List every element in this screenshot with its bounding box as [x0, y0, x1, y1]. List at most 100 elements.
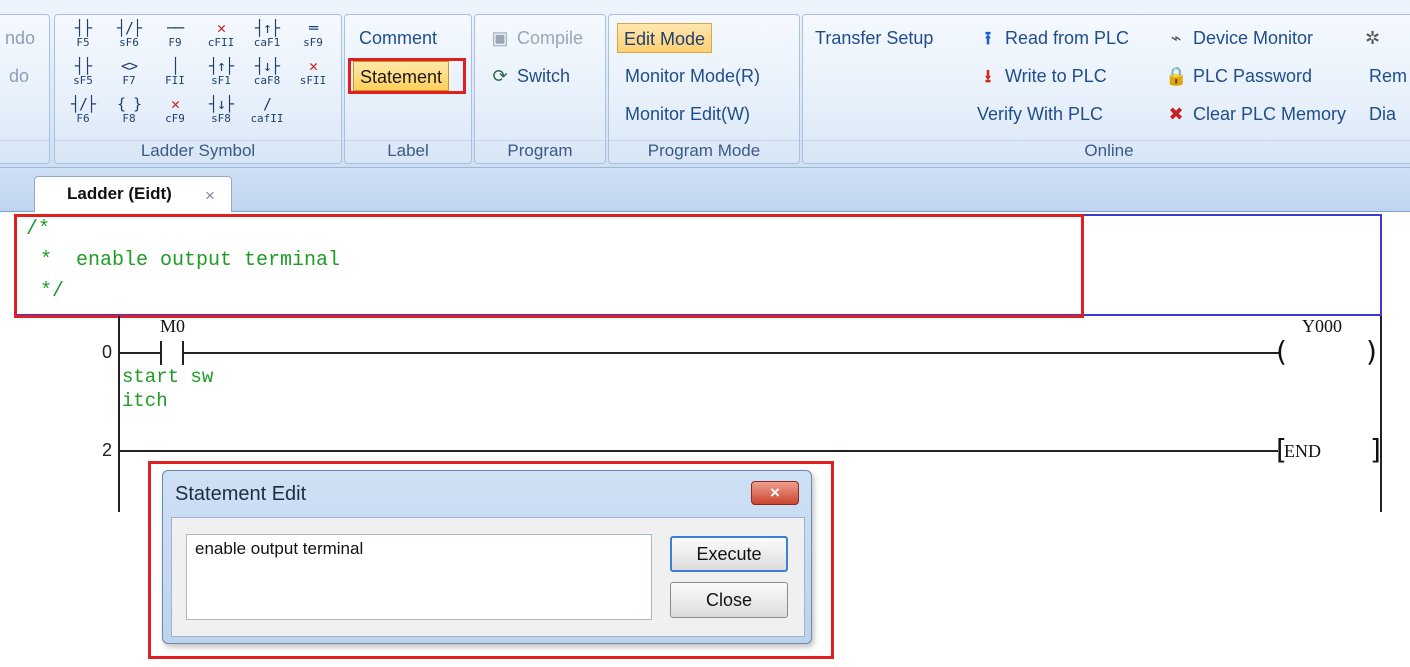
ladder-symbol-key: F6 — [76, 112, 90, 125]
ladder-symbol-caf1[interactable]: ┤↑├ caF1 — [245, 21, 289, 55]
ladder-symbol-cf9[interactable]: ✕ cF9 — [153, 97, 197, 131]
coil-open-paren: ( — [1276, 335, 1287, 368]
ladder-symbol-f9[interactable]: ── F9 — [153, 21, 197, 55]
ribbon: ndo do ┤├ F5 ┤/├ sF6 ── F9 ✕ cFII ┤↑├ caF1 ═ sF9 ┤├ s… — [0, 0, 1410, 168]
device-comment-line-1: start sw — [122, 366, 214, 388]
ladder-symbol-glyph: ┤↑├ — [208, 57, 234, 75]
ladder-symbol-glyph: ┤↑├ — [254, 19, 280, 37]
ladder-symbol-fii[interactable]: │ FII — [153, 59, 197, 93]
transfer-setup-button[interactable]: Transfer Setup — [809, 23, 939, 53]
cutoff-group-label — [0, 140, 49, 160]
clear-memory-icon: ✖ — [1168, 104, 1184, 124]
ladder-symbol-key: sF8 — [211, 112, 231, 125]
switch-icon: ⟳ — [492, 66, 508, 86]
ladder-symbol-key: F8 — [122, 112, 136, 125]
ribbon-group-cutoff: ndo do — [0, 14, 50, 164]
coil-close-paren: ) — [1366, 335, 1377, 368]
ribbon-group-program-mode: Edit Mode Monitor Mode(R) Monitor Edit(W… — [608, 14, 800, 164]
ladder-symbol-sf9[interactable]: ═ sF9 — [291, 21, 335, 55]
ladder-symbol-sf6[interactable]: ┤/├ sF6 — [107, 21, 151, 55]
dialog-title: Statement Edit — [175, 483, 307, 505]
ladder-symbol-glyph: │ — [170, 57, 180, 75]
cutoff-redo[interactable]: do — [3, 61, 35, 91]
verify-with-plc-button[interactable]: Verify With PLC — [971, 99, 1109, 129]
plc-password-button[interactable]: 🔒 PLC Password — [1159, 61, 1318, 91]
tab-close-icon[interactable]: × — [205, 186, 215, 206]
tab-ladder-edit[interactable]: Ladder (Eidt) × — [34, 176, 232, 213]
write-to-plc-label: Write to PLC — [1005, 66, 1107, 86]
ladder-symbol-glyph: ┤/├ — [116, 19, 142, 37]
cutoff-undo[interactable]: ndo — [0, 23, 41, 53]
remote-button-cut[interactable]: Rem — [1363, 61, 1410, 91]
step-number-0: 0 — [102, 342, 113, 362]
end-close-bracket: ] — [1370, 433, 1381, 466]
compile-button[interactable]: ▣ Compile — [483, 23, 589, 53]
ladder-symbol-sf8[interactable]: ┤↓├ sF8 — [199, 97, 243, 131]
device-monitor-button[interactable]: ⌁ Device Monitor — [1159, 23, 1319, 53]
end-instruction[interactable]: END — [1284, 441, 1321, 462]
tab-ladder-edit-label: Ladder (Eidt) — [67, 184, 172, 203]
execute-button[interactable]: Execute — [670, 536, 788, 572]
rung-0-wire-b — [184, 352, 1280, 354]
download-arrow-icon: ⭳ — [984, 66, 992, 86]
close-button[interactable]: Close — [670, 582, 788, 618]
switch-button[interactable]: ⟳ Switch — [483, 61, 576, 91]
monitor-edit-button[interactable]: Monitor Edit(W) — [619, 99, 756, 129]
ladder-symbol-key: caF1 — [253, 36, 281, 49]
ladder-symbol-glyph: / — [262, 95, 272, 113]
document-tab-strip: Ladder (Eidt) × — [0, 168, 1410, 213]
right-power-rail — [1380, 316, 1382, 512]
write-to-plc-button[interactable]: ⭳ Write to PLC — [971, 61, 1113, 91]
ladder-symbol-glyph: ┤/├ — [70, 95, 96, 113]
switch-label: Switch — [517, 66, 571, 86]
ladder-symbol-key: F7 — [122, 74, 136, 87]
ladder-symbol-f8[interactable]: { } F8 — [107, 97, 151, 131]
ladder-symbol-key: sF6 — [119, 36, 139, 49]
ladder-symbol-f6[interactable]: ┤/├ F6 — [61, 97, 105, 131]
statement-text-input[interactable]: enable output terminal — [186, 534, 652, 620]
read-from-plc-label: Read from PLC — [1005, 28, 1130, 48]
clear-plc-memory-button[interactable]: ✖ Clear PLC Memory — [1159, 99, 1352, 129]
statement-comment-line-3: */ — [28, 280, 65, 303]
step-number-2: 2 — [102, 440, 113, 460]
ladder-symbol-glyph: ┤↓├ — [208, 95, 234, 113]
statement-highlight — [348, 58, 466, 94]
read-from-plc-button[interactable]: ⭱ Read from PLC — [971, 23, 1135, 53]
contact-device-m0[interactable]: M0 — [160, 316, 185, 337]
program-group-label: Program — [475, 140, 605, 160]
ladder-symbol-sfii[interactable]: ✕ sFII — [291, 59, 335, 93]
ladder-symbol-cfii[interactable]: ✕ cFII — [199, 21, 243, 55]
ladder-symbol-f7[interactable]: <> F7 — [107, 59, 151, 93]
ladder-symbol-f5[interactable]: ┤├ F5 — [61, 21, 105, 55]
ribbon-group-online: Transfer Setup ⭱ Read from PLC ⭳ Write to … — [802, 14, 1410, 164]
comment-button[interactable]: Comment — [353, 23, 443, 53]
ladder-symbol-glyph: { } — [116, 95, 142, 113]
compile-icon: ▣ — [491, 28, 509, 48]
statement-comment-line-2: * enable output terminal — [40, 249, 341, 272]
ladder-symbol-glyph: ✕ — [216, 19, 226, 37]
rung-2-wire — [118, 450, 1278, 452]
program-mode-group-label: Program Mode — [609, 140, 799, 160]
diagnostics-button-cut[interactable]: Dia — [1363, 99, 1402, 129]
coil-device-y000[interactable]: Y000 — [1302, 316, 1342, 337]
upload-arrow-icon: ⭱ — [984, 28, 992, 48]
remote-icon-cut[interactable]: ✲ — [1359, 23, 1386, 53]
ladder-symbol-glyph: ┤↓├ — [254, 57, 280, 75]
monitor-mode-button[interactable]: Monitor Mode(R) — [619, 61, 766, 91]
lock-icon: 🔒 — [1165, 66, 1188, 86]
ribbon-group-ladder-symbol: ┤├ F5 ┤/├ sF6 ── F9 ✕ cFII ┤↑├ caF1 ═ sF9 ┤├ sF5 <> F7 │… — [54, 14, 342, 164]
device-monitor-label: Device Monitor — [1193, 28, 1314, 48]
ladder-symbol-caf8[interactable]: ┤↓├ caF8 — [245, 59, 289, 93]
ladder-symbol-key: cafII — [250, 112, 284, 125]
left-power-rail — [118, 316, 120, 512]
ladder-symbol-key: sF5 — [73, 74, 93, 87]
ladder-symbol-cafii[interactable]: / cafII — [245, 97, 289, 131]
ladder-symbol-sf5[interactable]: ┤├ sF5 — [61, 59, 105, 93]
contact-left-bar — [160, 341, 162, 365]
edit-mode-button[interactable]: Edit Mode — [617, 23, 713, 53]
ladder-symbol-sf1[interactable]: ┤↑├ sF1 — [199, 59, 243, 93]
compile-label: Compile — [517, 28, 584, 48]
ladder-symbol-key: sFII — [299, 74, 327, 87]
device-monitor-icon: ⌁ — [1170, 28, 1182, 48]
dialog-close-icon[interactable]: × — [751, 481, 799, 505]
